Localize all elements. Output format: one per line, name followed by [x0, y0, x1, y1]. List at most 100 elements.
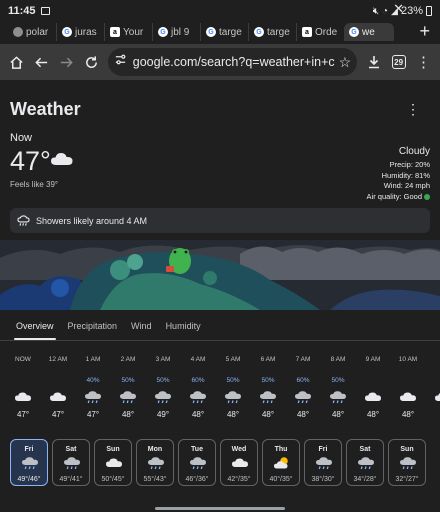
- day-temps: 49°/46°: [17, 476, 41, 483]
- cloud-icon: [364, 390, 382, 409]
- tab-title: targe: [267, 26, 290, 38]
- daily-item[interactable]: Sun 50°/45°: [94, 439, 132, 486]
- daily-item[interactable]: Fri 38°/30°: [304, 439, 342, 486]
- rain-cloud-icon: [357, 456, 375, 475]
- tab-humidity[interactable]: Humidity: [166, 312, 201, 340]
- more-menu-icon[interactable]: ⋮: [411, 47, 436, 77]
- day-temps: 50°/45°: [101, 476, 125, 483]
- daily-item[interactable]: Wed 42°/35°: [220, 439, 258, 486]
- gesture-bar: [155, 507, 285, 510]
- rain-cloud-icon: [259, 390, 277, 409]
- back-icon[interactable]: [29, 47, 54, 77]
- status-time: 11:45: [8, 5, 36, 17]
- daily-item[interactable]: Tue 46°/36°: [178, 439, 216, 486]
- hour-precip: 40%: [86, 377, 100, 384]
- tab-title: Your: [123, 26, 144, 38]
- weather-menu-icon[interactable]: ⋮: [406, 101, 420, 118]
- google-favicon-icon: G: [62, 27, 72, 37]
- day-label: Mon: [147, 446, 163, 453]
- weather-alert[interactable]: Showers likely around 4 AM: [10, 208, 430, 233]
- tab-title: Orde: [315, 26, 338, 38]
- wind-detail: Wind: 24 mph: [383, 181, 430, 190]
- cloud-icon: [231, 456, 249, 475]
- browser-tab[interactable]: Gtarge: [248, 23, 296, 41]
- tab-title: jbl 9: [171, 26, 190, 38]
- tab-switcher-button[interactable]: 29: [386, 47, 411, 77]
- air-quality-detail: Air quality: Good: [366, 191, 422, 201]
- hour-label: 2 AM: [120, 356, 136, 363]
- hour-precip: 50%: [261, 377, 275, 384]
- day-label: Fri: [24, 446, 34, 453]
- cloud-icon: [49, 390, 67, 409]
- google-favicon-icon: G: [254, 27, 264, 37]
- reload-icon[interactable]: [79, 47, 104, 77]
- hour-label: 12 AM: [48, 356, 68, 363]
- hour-temp: 48°: [401, 410, 415, 419]
- wifi-icon: ◔: [382, 5, 389, 17]
- tab-strip: polar Gjuras a Your Gjbl 9 Gtarge Gtarge a Orde G…: [0, 22, 440, 42]
- hour-temp: 47°: [51, 410, 65, 419]
- site-favicon-icon: [13, 27, 23, 37]
- cloud-icon: [105, 456, 123, 475]
- cloud-icon: [434, 390, 440, 409]
- hour-label: 8 AM: [330, 356, 346, 363]
- rain-cloud-icon: [315, 456, 333, 475]
- browser-tab[interactable]: a Your: [104, 23, 152, 41]
- rain-cloud-icon: [399, 456, 417, 475]
- current-temp: 47°: [10, 146, 51, 176]
- browser-tab[interactable]: a Orde: [296, 23, 344, 41]
- feels-like: Feels like 39°: [10, 180, 59, 189]
- home-icon[interactable]: [4, 47, 29, 77]
- hour-label: 11: [428, 356, 440, 363]
- daily-item[interactable]: Fri 49°/46°: [10, 439, 48, 486]
- hour-temp: 48°: [226, 410, 240, 419]
- hour-precip: 50%: [121, 377, 135, 384]
- day-temps: 38°/30°: [311, 476, 335, 483]
- browser-tab[interactable]: polar: [8, 23, 56, 41]
- daily-item[interactable]: Sun 32°/27°: [388, 439, 426, 486]
- day-label: Sat: [65, 446, 77, 453]
- forward-icon[interactable]: [54, 47, 79, 77]
- browser-tab[interactable]: Gjbl 9: [152, 23, 200, 41]
- hour-temp: 48°: [191, 410, 205, 419]
- tab-overview[interactable]: Overview: [14, 312, 56, 340]
- close-tab-icon[interactable]: ✕: [393, 1, 404, 17]
- daily-item[interactable]: Mon 55°/43°: [136, 439, 174, 486]
- tab-title: juras: [75, 26, 97, 38]
- hour-precip: 50%: [331, 377, 345, 384]
- tab-title: targe: [219, 26, 242, 38]
- weather-title: Weather: [10, 99, 81, 119]
- day-label: Sun: [106, 446, 120, 453]
- daily-item[interactable]: Sat 34°/28°: [346, 439, 384, 486]
- tabs-divider: [0, 340, 440, 341]
- hourly-forecast[interactable]: NOW 47° 12 AM 47° 1 AM 40% 47° 2 AM 50% 48° 3 AM 50…: [0, 352, 440, 432]
- hour-temp: 47°: [16, 410, 30, 419]
- browser-tab[interactable]: Gwe: [344, 23, 394, 41]
- address-bar[interactable]: google.com/search?q=weather+in+c ☆: [107, 48, 358, 76]
- site-settings-icon[interactable]: [114, 53, 127, 71]
- air-quality-dot: [424, 193, 430, 200]
- hour-temp: 48°: [261, 410, 275, 419]
- daily-item[interactable]: Sat 49°/41°: [52, 439, 90, 486]
- rain-cloud-icon: [189, 390, 207, 409]
- daily-forecast: Fri 49°/46° Sat 49°/41° Sun 50°/45° Mon 55°/43°…: [0, 439, 440, 489]
- tab-precipitation[interactable]: Precipitation: [68, 312, 118, 340]
- weather-illustration: [0, 240, 440, 310]
- amazon-favicon-icon: a: [302, 27, 312, 37]
- new-tab-icon[interactable]: +: [419, 22, 430, 40]
- daily-item[interactable]: Thu 40°/35°: [262, 439, 300, 486]
- tab-title: polar: [26, 26, 49, 38]
- detail-tabs: Overview Precipitation Wind Humidity: [0, 312, 440, 340]
- day-temps: 46°/36°: [185, 476, 209, 483]
- download-icon[interactable]: [361, 47, 386, 77]
- hour-precip: 60%: [296, 377, 310, 384]
- precip-detail: Precip: 20%: [389, 160, 430, 169]
- tab-wind[interactable]: Wind: [131, 312, 152, 340]
- browser-tab[interactable]: Gjuras: [56, 23, 104, 41]
- hour-temp: 48°: [366, 410, 380, 419]
- rain-cloud-icon: [63, 456, 81, 475]
- showers-icon: [17, 214, 30, 226]
- bookmark-star-icon[interactable]: ☆: [339, 54, 352, 71]
- browser-tab[interactable]: Gtarge: [200, 23, 248, 41]
- hour-temp: 48°: [331, 410, 345, 419]
